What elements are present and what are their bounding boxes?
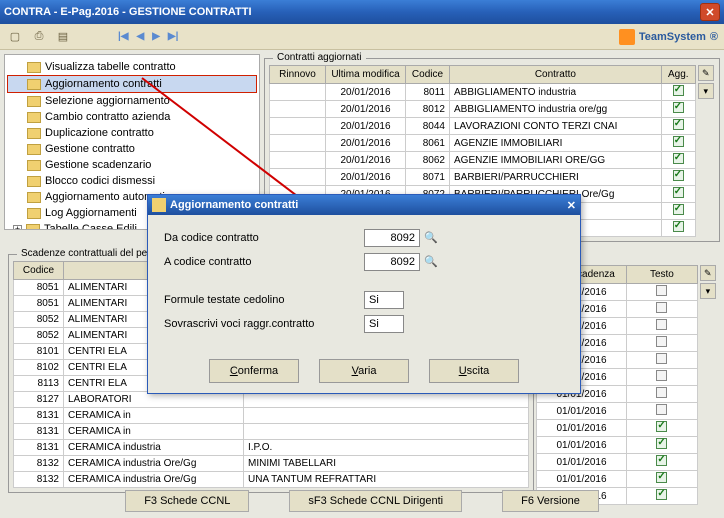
formule-label: Formule testate cedolino (164, 294, 364, 306)
folder-icon (27, 176, 41, 187)
tree-item[interactable]: Duplicazione contratto (7, 125, 257, 141)
close-button[interactable]: ✕ (700, 3, 720, 21)
group-label: Contratti aggiornati (273, 52, 366, 63)
table-row[interactable]: 01/01/2016 (537, 403, 698, 420)
scroll-down-icon[interactable]: ▾ (698, 83, 714, 99)
search-icon[interactable]: 🔍 (424, 231, 438, 245)
toolbar: ▢ ⎙ ▤ |◀ ◀ ▶ ▶| TeamSystem® (0, 24, 724, 50)
window-titlebar: CONTRA - E-Pag.2016 - GESTIONE CONTRATTI… (0, 0, 724, 24)
sovra-label: Sovrascrivi voci raggr.contratto (164, 318, 364, 330)
table-row[interactable]: 01/01/2016 (537, 471, 698, 488)
to-code-input[interactable] (364, 253, 420, 271)
folder-icon (27, 62, 41, 73)
scroll-down-icon[interactable]: ▾ (700, 283, 716, 299)
table-row[interactable]: 01/01/2016 (537, 420, 698, 437)
table-row[interactable]: 20/01/20168071BARBIERI/PARRUCCHIERI (270, 169, 696, 186)
table-row[interactable]: 20/01/20168011ABBIGLIAMENTO industria (270, 84, 696, 101)
from-code-input[interactable] (364, 229, 420, 247)
tree-item[interactable]: Visualizza tabelle contratto (7, 59, 257, 75)
dialog-icon (152, 198, 166, 212)
table-row[interactable]: 8132CERAMICA industria Ore/GgMINIMI TABE… (14, 456, 529, 472)
confirm-button[interactable]: Conferma (209, 359, 299, 383)
folder-icon (27, 128, 41, 139)
folder-icon (27, 79, 41, 90)
folder-icon (27, 192, 41, 203)
table-row[interactable]: 8132CERAMICA industria Ore/GgUNA TANTUM … (14, 472, 529, 488)
dialog-close-button[interactable]: ✕ (567, 199, 576, 212)
brand-logo: TeamSystem® (619, 29, 718, 45)
table-row[interactable]: 01/01/2016 (537, 437, 698, 454)
doc-icon[interactable]: ▤ (54, 28, 72, 46)
to-code-label: A codice contratto (164, 256, 364, 268)
folder-icon (27, 96, 41, 107)
tree-item[interactable]: Selezione aggiornamento (7, 93, 257, 109)
wizard-icon[interactable]: ✎ (698, 65, 714, 81)
exit-button[interactable]: Uscita (429, 359, 519, 383)
table-row[interactable]: 8131CERAMICA industriaI.P.O. (14, 440, 529, 456)
folder-icon (27, 112, 41, 123)
new-icon[interactable]: ▢ (6, 28, 24, 46)
table-row[interactable]: 20/01/20168012ABBIGLIAMENTO industria or… (270, 101, 696, 118)
tree-item-selected[interactable]: Aggiornamento contratti (7, 75, 257, 93)
footer-buttons: F3 Schede CCNL sF3 Schede CCNL Dirigenti… (0, 490, 724, 512)
nav-last-icon[interactable]: ▶| (168, 31, 179, 42)
formule-input[interactable] (364, 291, 404, 309)
sovra-input[interactable] (364, 315, 404, 333)
sf3-schede-button[interactable]: sF3 Schede CCNL Dirigenti (289, 490, 462, 512)
folder-icon (26, 224, 40, 231)
brand-text: TeamSystem (639, 31, 706, 43)
nav-first-icon[interactable]: |◀ (118, 31, 129, 42)
search-icon[interactable]: 🔍 (424, 255, 438, 269)
nav-next-icon[interactable]: ▶ (152, 31, 160, 42)
folder-icon (27, 208, 41, 219)
f6-versione-button[interactable]: F6 Versione (502, 490, 599, 512)
print-icon[interactable]: ⎙ (30, 28, 48, 46)
vary-button[interactable]: Varia (319, 359, 409, 383)
wizard-icon[interactable]: ✎ (700, 265, 716, 281)
f3-schede-button[interactable]: F3 Schede CCNL (125, 490, 249, 512)
update-contracts-dialog: Aggiornamento contratti ✕ Da codice cont… (147, 194, 581, 394)
brand-icon (619, 29, 635, 45)
folder-icon (27, 144, 41, 155)
nav-prev-icon[interactable]: ◀ (137, 31, 145, 42)
table-row[interactable]: 20/01/20168061AGENZIE IMMOBILIARI (270, 135, 696, 152)
tree-item[interactable]: Cambio contratto azienda (7, 109, 257, 125)
table-row[interactable]: 8131CERAMICA in (14, 424, 529, 440)
table-row[interactable]: 20/01/20168044LAVORAZIONI CONTO TERZI CN… (270, 118, 696, 135)
table-row[interactable]: 20/01/20168062AGENZIE IMMOBILIARI ORE/GG (270, 152, 696, 169)
dialog-title: Aggiornamento contratti (170, 199, 567, 211)
tree-item[interactable]: Gestione contratto (7, 141, 257, 157)
table-row[interactable]: 8131CERAMICA in (14, 408, 529, 424)
window-title: CONTRA - E-Pag.2016 - GESTIONE CONTRATTI (4, 6, 700, 18)
tree-item[interactable]: Blocco codici dismessi (7, 173, 257, 189)
from-code-label: Da codice contratto (164, 232, 364, 244)
table-row[interactable]: 01/01/2016 (537, 454, 698, 471)
plus-icon[interactable]: + (13, 225, 22, 231)
tree-item[interactable]: Gestione scadenzario (7, 157, 257, 173)
folder-icon (27, 160, 41, 171)
dialog-titlebar[interactable]: Aggiornamento contratti ✕ (148, 195, 580, 215)
